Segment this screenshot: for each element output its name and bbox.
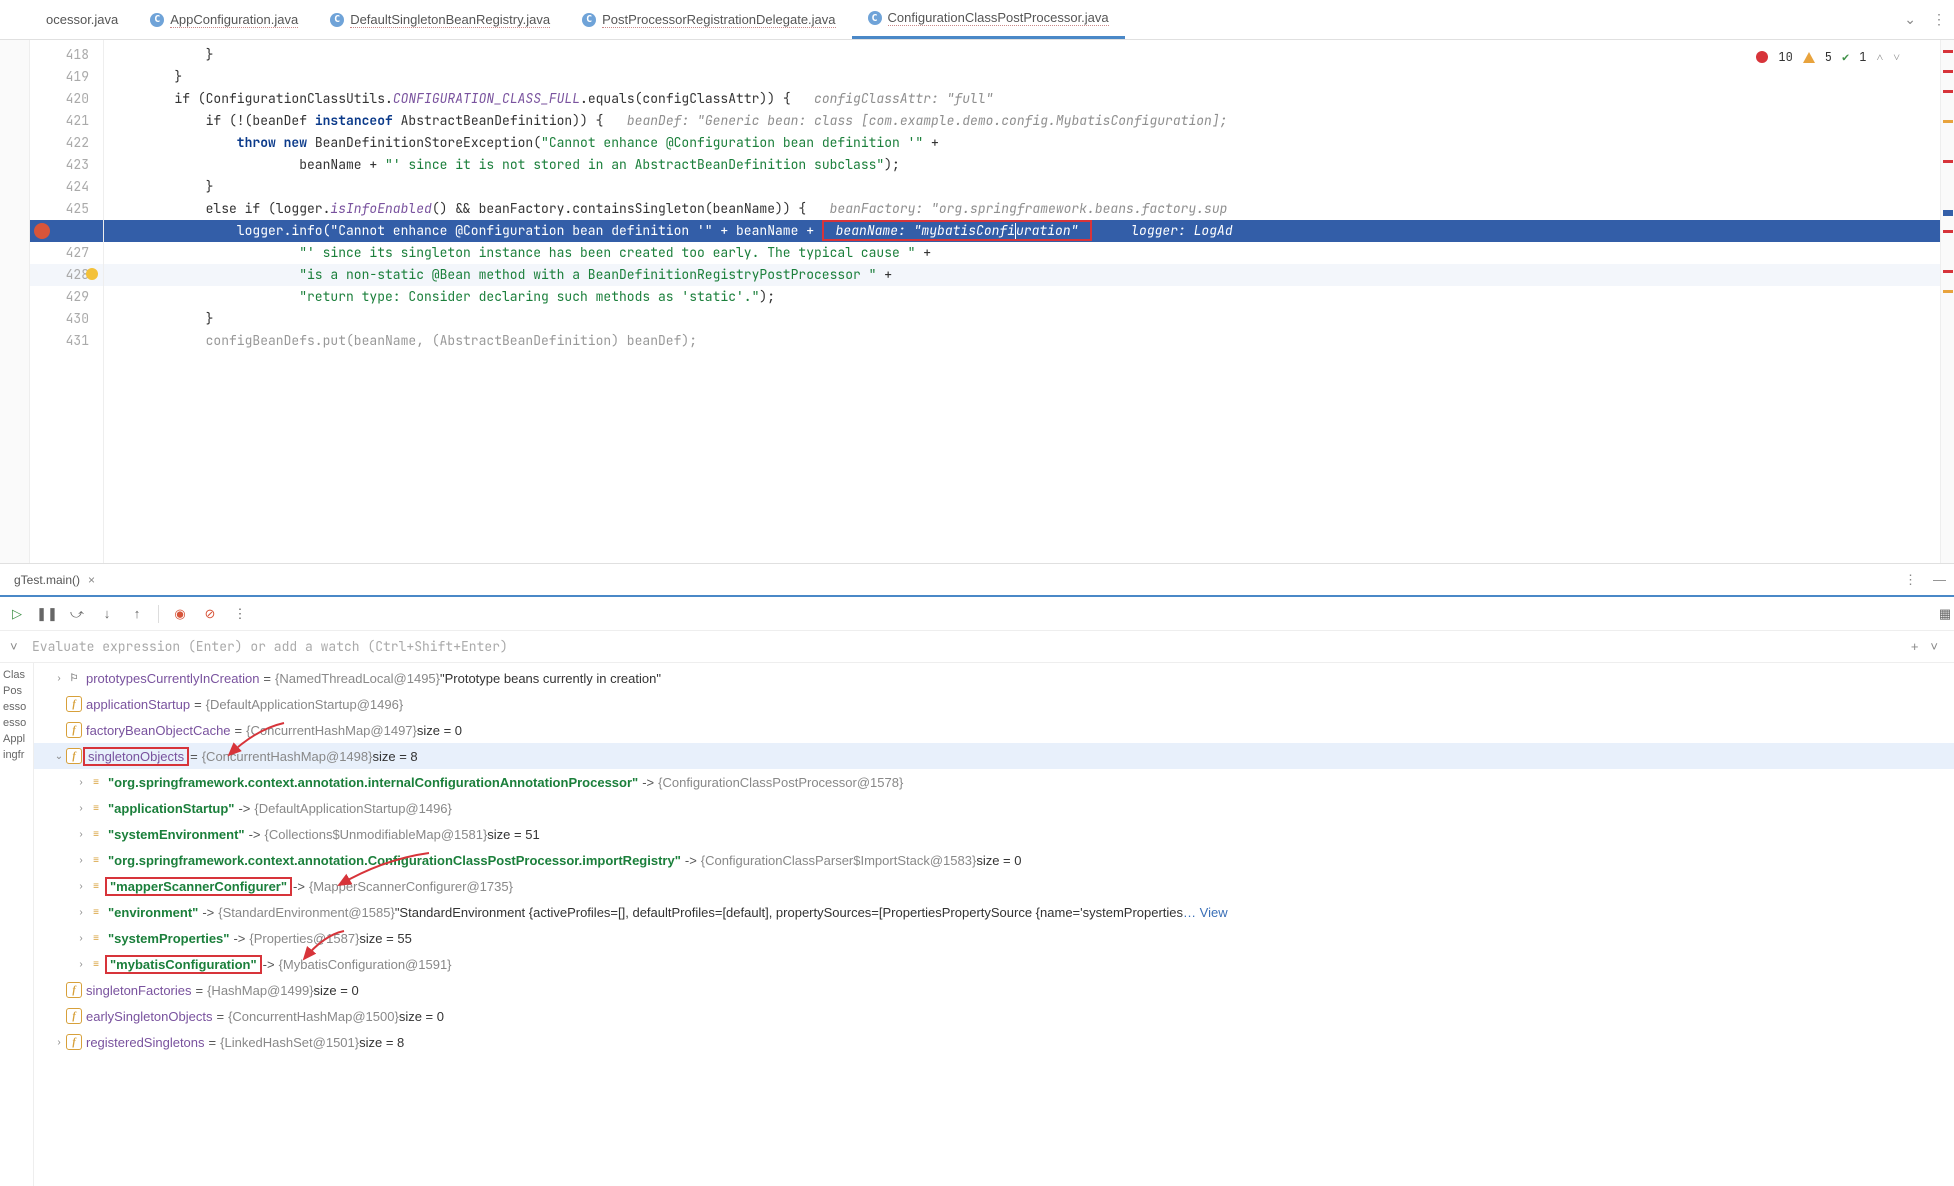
resume-icon[interactable]: ▷ xyxy=(8,605,26,623)
var-row[interactable]: ⌄fsingletonObjects = {ConcurrentHashMap@… xyxy=(34,743,1954,769)
breakpoint-icon[interactable] xyxy=(34,223,50,239)
map-entry-icon: ≡ xyxy=(88,852,104,868)
var-row[interactable]: ›≡"systemProperties" -> {Properties@1587… xyxy=(34,925,1954,951)
map-entry-icon: ≡ xyxy=(88,956,104,972)
evaluate-input[interactable]: Evaluate expression (Enter) or add a wat… xyxy=(32,638,1905,655)
close-tab-icon[interactable]: × xyxy=(84,573,95,587)
map-entry-icon: ≡ xyxy=(88,826,104,842)
var-row[interactable]: ›fregisteredSingletons = {LinkedHashSet@… xyxy=(34,1029,1954,1055)
variables-panel: Clas Pos esso esso Appl ingfr ›⚐prototyp… xyxy=(0,663,1954,1186)
tab-postprocessor[interactable]: CPostProcessorRegistrationDelegate.java xyxy=(566,0,851,39)
debug-minimize-icon[interactable]: — xyxy=(1925,572,1954,587)
nav-up-icon[interactable]: ˄ xyxy=(1876,46,1883,68)
expand-arrow-icon[interactable]: › xyxy=(74,933,88,944)
mute-breakpoints-icon[interactable]: ⊘ xyxy=(201,605,219,623)
class-icon: C xyxy=(150,13,164,27)
debug-more-icon[interactable]: ⋮ xyxy=(1896,572,1925,588)
field-icon: f xyxy=(66,748,82,764)
var-row[interactable]: ›≡"mapperScannerConfigurer" -> {MapperSc… xyxy=(34,873,1954,899)
view-breakpoints-icon[interactable]: ◉ xyxy=(171,605,189,623)
nav-down-icon[interactable]: ˅ xyxy=(1893,46,1900,68)
expand-arrow-icon[interactable]: › xyxy=(74,803,88,814)
frames-column[interactable]: Clas Pos esso esso Appl ingfr xyxy=(0,663,34,1186)
var-row[interactable]: ›≡"systemEnvironment" -> {Collections$Un… xyxy=(34,821,1954,847)
var-row[interactable]: ›⚐prototypesCurrentlyInCreation = {Named… xyxy=(34,665,1954,691)
expand-arrow-icon[interactable]: › xyxy=(52,1037,66,1048)
expand-arrow-icon[interactable]: › xyxy=(74,959,88,970)
error-badge-icon xyxy=(1756,51,1768,63)
field-icon: f xyxy=(66,722,82,738)
step-over-icon[interactable]: ⤻ xyxy=(68,605,86,623)
gutter: 418 419 420 421 422 423 424 425 427 428 … xyxy=(30,40,104,563)
expand-arrow-icon[interactable]: › xyxy=(74,829,88,840)
var-row[interactable]: ›≡"mybatisConfiguration" -> {MybatisConf… xyxy=(34,951,1954,977)
left-toolstrip xyxy=(0,40,30,563)
intention-bulb-icon[interactable] xyxy=(86,268,98,280)
field-icon: f xyxy=(66,696,82,712)
run-tab-main[interactable]: gTest.main()× xyxy=(4,564,105,595)
class-icon: C xyxy=(330,13,344,27)
add-watch-icon[interactable]: + xyxy=(1905,639,1925,654)
step-into-icon[interactable]: ↓ xyxy=(98,605,116,623)
map-entry-icon: ≡ xyxy=(88,774,104,790)
expand-arrow-icon[interactable]: › xyxy=(52,673,66,684)
tabs-dropdown-icon[interactable]: ⌄ xyxy=(1896,11,1924,28)
tab-configclass[interactable]: CConfigurationClassPostProcessor.java xyxy=(852,0,1125,39)
tab-appconfig[interactable]: CAppConfiguration.java xyxy=(134,0,314,39)
field-icon: f xyxy=(66,982,82,998)
expand-arrow-icon[interactable]: ⌄ xyxy=(52,751,66,762)
field-icon: f xyxy=(66,1034,82,1050)
map-entry-icon: ≡ xyxy=(88,800,104,816)
expand-arrow-icon[interactable]: › xyxy=(74,855,88,866)
step-out-icon[interactable]: ↑ xyxy=(128,605,146,623)
expand-arrow-icon[interactable]: › xyxy=(74,907,88,918)
var-row[interactable]: ›≡"org.springframework.context.annotatio… xyxy=(34,769,1954,795)
editor: 418 419 420 421 422 423 424 425 427 428 … xyxy=(0,40,1954,563)
debug-toolbar: ▷ ❚❚ ⤻ ↓ ↑ ◉ ⊘ ⋮ ▦ xyxy=(0,597,1954,631)
more-icon[interactable]: ⋮ xyxy=(231,605,249,623)
field-icon: f xyxy=(66,1008,82,1024)
var-row[interactable]: ›≡"environment" -> {StandardEnvironment@… xyxy=(34,899,1954,925)
code-area[interactable]: 10 5 ✔1 ˄ ˅ } } if (ConfigurationClassUt… xyxy=(104,40,1940,563)
eval-dropdown-icon[interactable]: ˅ xyxy=(1924,639,1944,654)
map-entry-icon: ≡ xyxy=(88,878,104,894)
editor-tabs: ocessor.java CAppConfiguration.java CDef… xyxy=(0,0,1954,40)
pin-icon: ⚐ xyxy=(66,670,82,686)
variables-tree[interactable]: ›⚐prototypesCurrentlyInCreation = {Named… xyxy=(34,663,1954,1186)
layout-icon[interactable]: ▦ xyxy=(1936,605,1954,623)
var-row[interactable]: fsingletonFactories = {HashMap@1499} siz… xyxy=(34,977,1954,1003)
var-row[interactable]: fearlySingletonObjects = {ConcurrentHash… xyxy=(34,1003,1954,1029)
warning-badge-icon xyxy=(1803,52,1815,63)
error-stripe[interactable] xyxy=(1940,40,1954,563)
check-badge-icon: ✔ xyxy=(1842,46,1849,68)
expand-arrow-icon[interactable]: › xyxy=(74,881,88,892)
expand-arrow-icon[interactable]: › xyxy=(74,777,88,788)
debug-tabs: gTest.main()× ⋮ — xyxy=(0,563,1954,597)
var-row[interactable]: ›≡"org.springframework.context.annotatio… xyxy=(34,847,1954,873)
var-row[interactable]: fapplicationStartup = {DefaultApplicatio… xyxy=(34,691,1954,717)
class-icon: C xyxy=(868,11,882,25)
var-row[interactable]: ffactoryBeanObjectCache = {ConcurrentHas… xyxy=(34,717,1954,743)
tabs-more-icon[interactable]: ⋮ xyxy=(1924,11,1954,28)
tab-defaultsingleton[interactable]: CDefaultSingletonBeanRegistry.java xyxy=(314,0,566,39)
map-entry-icon: ≡ xyxy=(88,930,104,946)
view-link[interactable]: … View xyxy=(1183,905,1228,920)
var-row[interactable]: ›≡"applicationStartup" -> {DefaultApplic… xyxy=(34,795,1954,821)
tab-processor[interactable]: ocessor.java xyxy=(30,0,134,39)
pause-icon[interactable]: ❚❚ xyxy=(38,605,56,623)
inspection-badges[interactable]: 10 5 ✔1 ˄ ˅ xyxy=(1756,46,1900,68)
evaluate-bar: ˅ Evaluate expression (Enter) or add a w… xyxy=(0,631,1954,663)
expand-icon[interactable]: ˅ xyxy=(10,639,32,654)
map-entry-icon: ≡ xyxy=(88,904,104,920)
class-icon: C xyxy=(582,13,596,27)
